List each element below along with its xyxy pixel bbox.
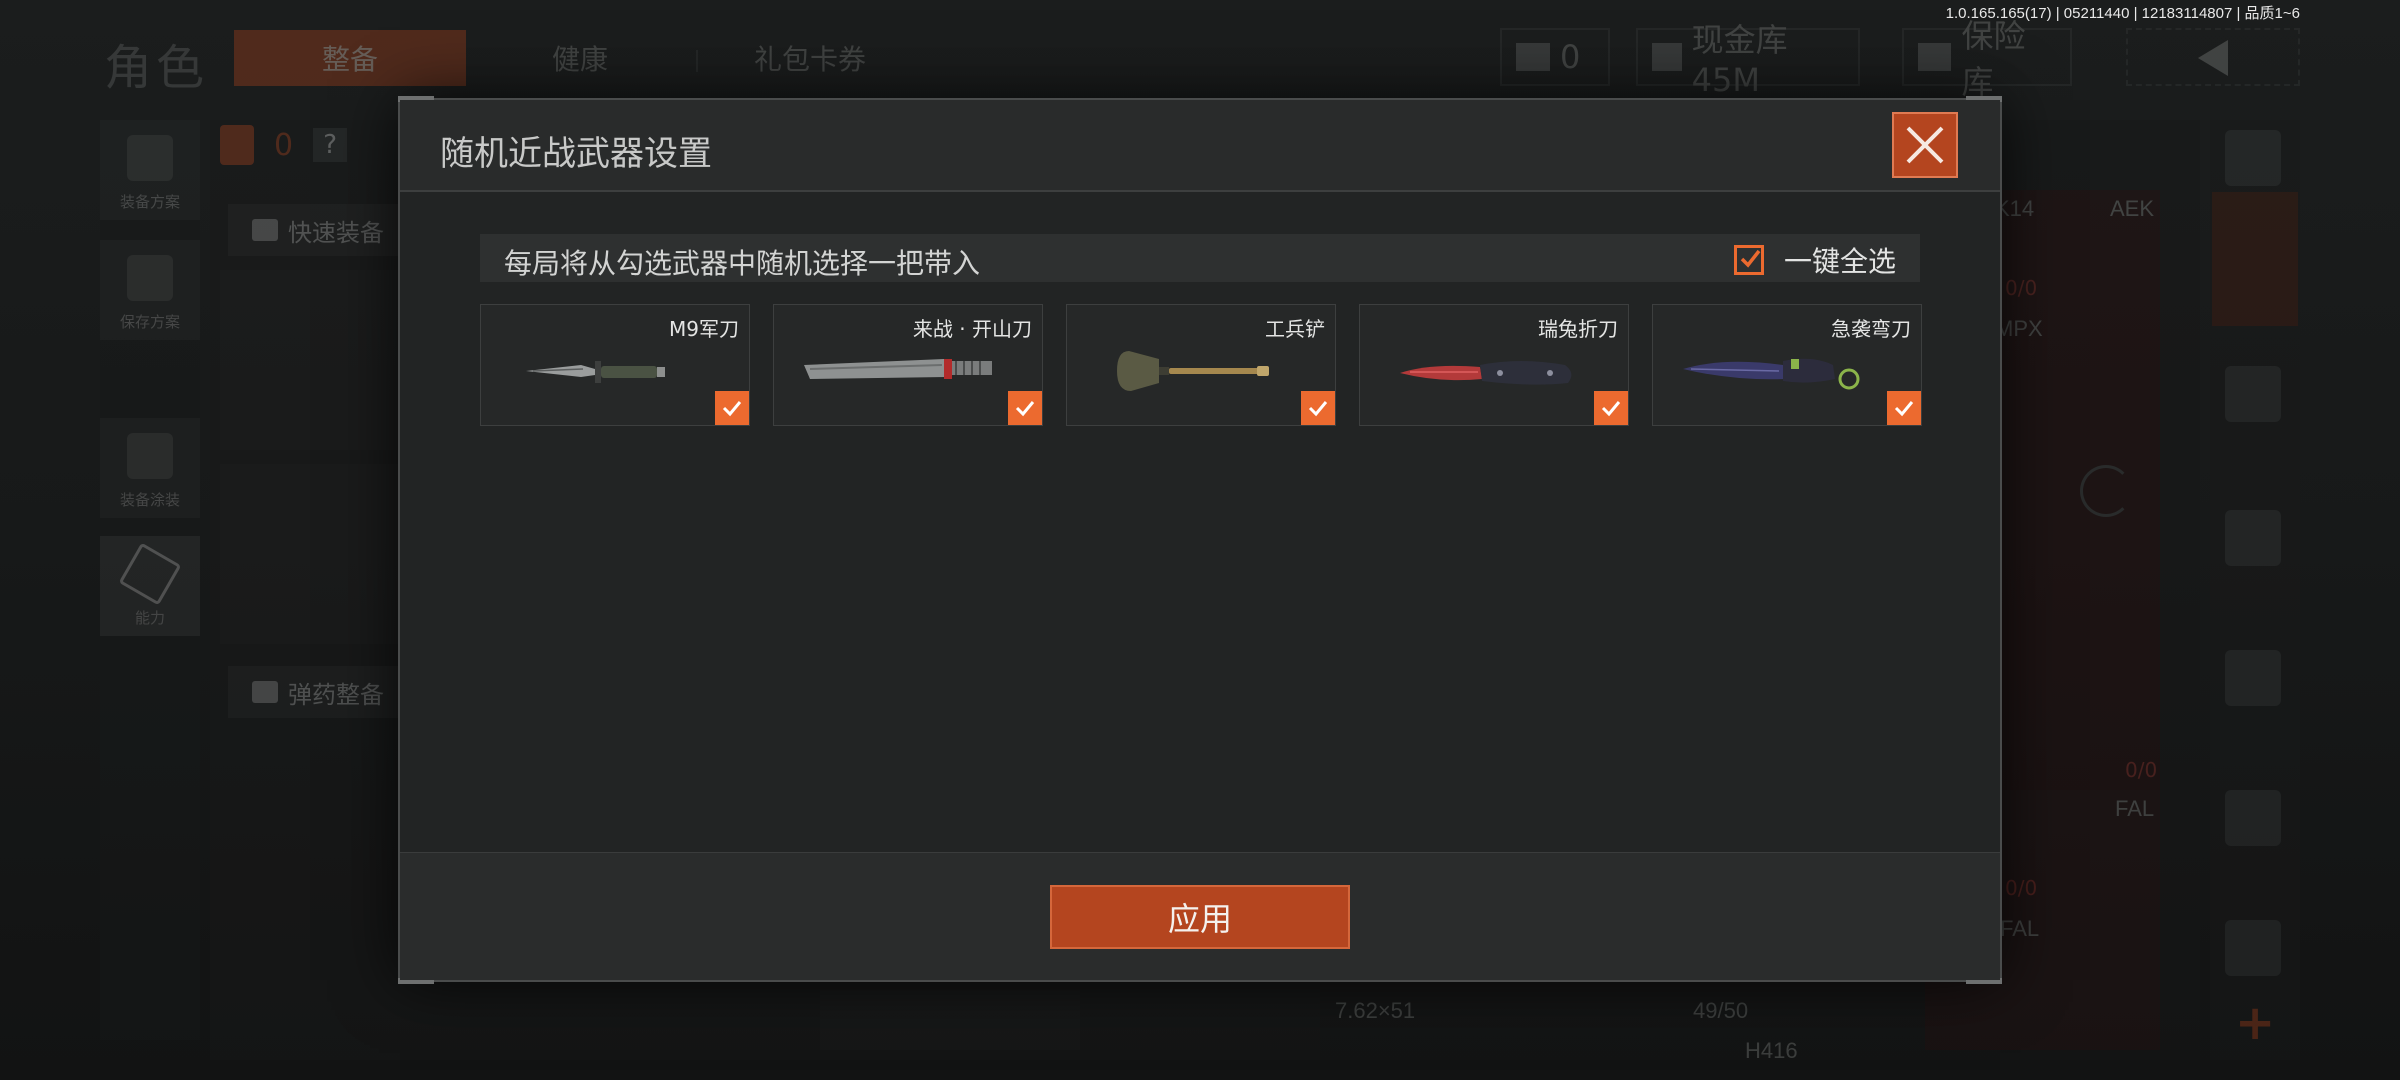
weapon-name: 急袭弯刀: [1831, 317, 1911, 341]
check-icon: [1308, 401, 1328, 417]
tab-divider: [696, 50, 698, 72]
rifle-tab-icon[interactable]: [2225, 510, 2281, 566]
cash-icon: [1652, 43, 1682, 71]
ability-button[interactable]: 能力: [100, 536, 200, 636]
weapon-label-fal: FAL: [2115, 796, 2155, 821]
select-all-toggle[interactable]: 一键全选: [1733, 240, 1896, 280]
safe-icon: [1918, 43, 1952, 71]
quick-equip-button[interactable]: 快速装备: [228, 204, 408, 256]
weapon-card-machete[interactable]: 来战 · 开山刀: [773, 304, 1043, 426]
weapon-label-mpx: MPX: [1995, 316, 2043, 341]
back-button[interactable]: [2126, 28, 2300, 86]
weapon-card-karambit[interactable]: 急袭弯刀: [1652, 304, 1922, 426]
grenade-tab-icon[interactable]: [2225, 790, 2281, 846]
weapon-label-h416: H416: [1745, 1038, 1798, 1063]
armor-tab-icon[interactable]: [2225, 920, 2281, 976]
shovel-icon: [1117, 351, 1269, 391]
weapon-label-k14: K14: [1995, 196, 2035, 221]
tab-equip[interactable]: 整备: [234, 30, 466, 86]
folding-knife-icon: [1400, 361, 1572, 385]
backpack-tab-icon[interactable]: [2212, 192, 2298, 326]
vest-icon: [127, 135, 173, 181]
weapon-checkbox[interactable]: [1887, 391, 1921, 425]
weapon-checkbox[interactable]: [1008, 391, 1042, 425]
dialog-footer: 应用: [400, 852, 2000, 980]
info-text: 每局将从勾选武器中随机选择一把带入: [504, 247, 981, 280]
durability-count-3: 0/0: [2005, 876, 2038, 900]
weapon-card-folding-knife[interactable]: 瑞兔折刀: [1359, 304, 1629, 426]
currency-count: 0: [1560, 38, 1581, 76]
equip-skin-button[interactable]: 装备涂装: [100, 418, 200, 518]
weapon-name: M9军刀: [669, 317, 739, 341]
close-button[interactable]: [1892, 112, 1958, 178]
page-title: 角色: [104, 40, 209, 96]
weapon-checkbox[interactable]: [1301, 391, 1335, 425]
add-icon[interactable]: +: [2235, 995, 2275, 1051]
shirt-icon: [252, 219, 278, 241]
tab-gift-cards[interactable]: 礼包卡券: [730, 30, 890, 86]
check-icon: [1015, 401, 1035, 417]
weapon-label-fal-2: FAL: [2000, 916, 2040, 941]
bayonet-knife-icon: [526, 361, 665, 383]
check-icon: [1894, 401, 1914, 417]
melee-slot[interactable]: [820, 990, 1080, 1050]
gear-vest-icon: [220, 125, 254, 165]
karambit-icon: [1683, 358, 1860, 390]
check-icon: [722, 401, 742, 417]
equip-plan-button[interactable]: 装备方案: [100, 120, 200, 220]
weapon-name: 工兵铲: [1265, 317, 1325, 341]
loading-spinner: [2080, 465, 2132, 517]
safe-box-button[interactable]: 保险库: [1902, 17, 2072, 101]
info-bar: 每局将从勾选武器中随机选择一把带入 一键全选: [480, 234, 1920, 282]
machete-icon: [804, 359, 992, 379]
save-plan-button[interactable]: 保存方案: [100, 240, 200, 340]
safe-box-label: 保险库: [1961, 17, 2026, 101]
download-icon: [127, 255, 173, 301]
close-icon: [1906, 126, 1944, 164]
lightning-hex-icon: [118, 542, 182, 606]
ammo-equip-label: 弹药整备: [288, 680, 384, 709]
dialog-title: 随机近战武器设置: [440, 134, 712, 174]
weapon-card-shovel[interactable]: 工兵铲: [1066, 304, 1336, 426]
cash-vault-button[interactable]: 现金库 45M: [1636, 21, 1860, 99]
ammo-equip-button[interactable]: 弹药整备: [228, 666, 408, 718]
random-melee-settings-dialog: 随机近战武器设置 每局将从勾选武器中随机选择一把带入 一键全选 M9军刀 来战 …: [398, 96, 2002, 984]
stack-icon[interactable]: [2225, 130, 2281, 186]
weapon-checkbox[interactable]: [1594, 391, 1628, 425]
durability-count-2: 0/0: [2125, 758, 2158, 782]
quick-equip-label: 快速装备: [288, 218, 384, 247]
weapon-name: 来战 · 开山刀: [912, 317, 1032, 341]
ammo-count: 49/50: [1693, 998, 1749, 1023]
helmet-tab-icon[interactable]: [2225, 366, 2281, 422]
magazine-tab-icon[interactable]: [2225, 650, 2281, 706]
currency-box[interactable]: 0: [1500, 28, 1610, 86]
select-all-label: 一键全选: [1783, 245, 1896, 278]
weapon-name: 瑞兔折刀: [1538, 317, 1618, 341]
dialog-header: 随机近战武器设置: [400, 100, 2000, 192]
weapon-checkbox[interactable]: [715, 391, 749, 425]
select-all-checkbox[interactable]: [1733, 245, 1764, 275]
weapon-card-m9[interactable]: M9军刀: [480, 304, 750, 426]
ammo-icon: [252, 681, 278, 703]
cash-vault-label: 现金库 45M: [1691, 21, 1788, 99]
durability-count-1: 0/0: [2005, 276, 2038, 300]
check-icon: [1740, 249, 1761, 268]
equip-skin-label: 装备涂装: [119, 491, 180, 509]
helmet-icon: [127, 433, 173, 479]
gear-header: 0 ?: [220, 125, 348, 165]
equip-plan-label: 装备方案: [119, 193, 180, 211]
gear-count: 0: [274, 127, 294, 163]
ticket-icon: [1516, 43, 1550, 71]
ability-label: 能力: [134, 609, 165, 627]
save-plan-label: 保存方案: [119, 313, 180, 331]
back-arrow-icon: [2198, 40, 2228, 76]
weapon-label-aek: AEK: [2110, 196, 2155, 221]
tab-health[interactable]: 健康: [500, 30, 660, 86]
ammo-type: 7.62×51: [1335, 998, 1416, 1023]
check-icon: [1601, 401, 1621, 417]
apply-button[interactable]: 应用: [1050, 885, 1350, 949]
version-info: 1.0.165.165(17) | 05211440 | 12183114807…: [1945, 5, 2300, 22]
help-button[interactable]: ?: [313, 128, 348, 162]
